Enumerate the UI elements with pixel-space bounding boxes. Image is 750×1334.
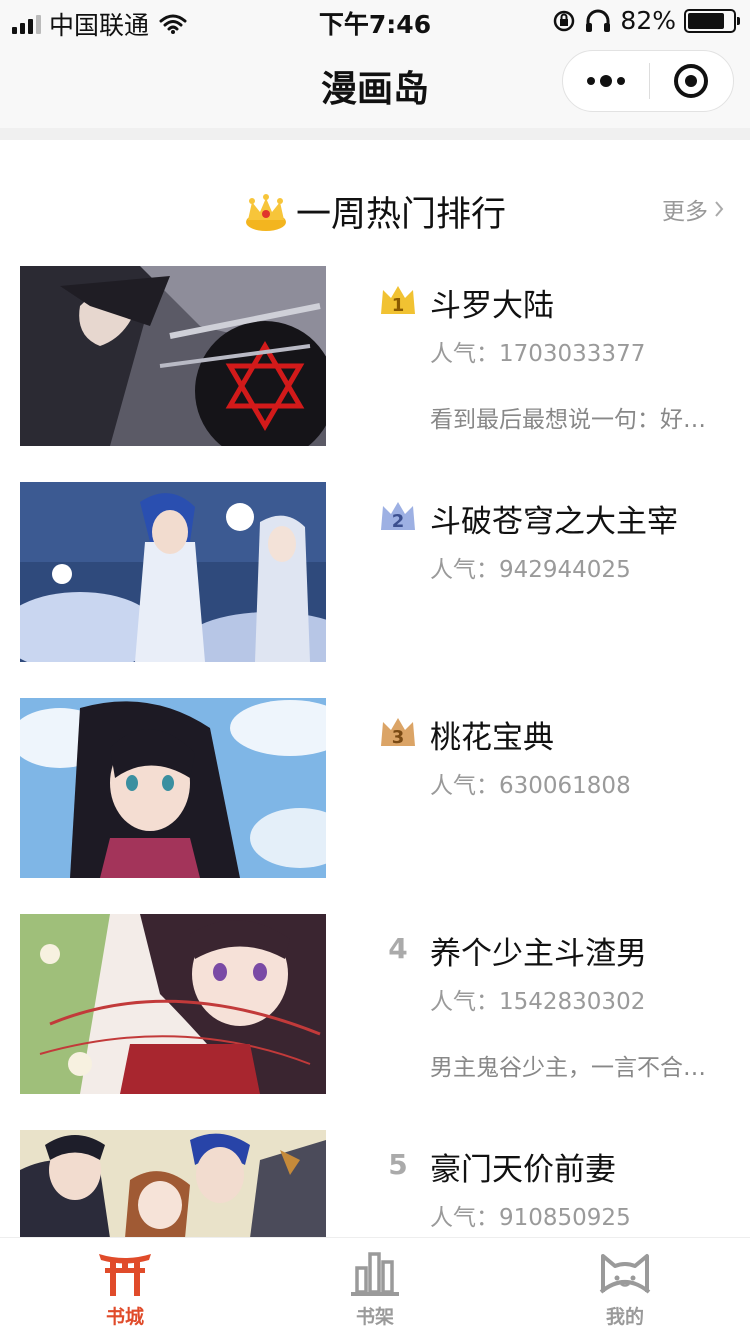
svg-text:3: 3 — [392, 727, 405, 748]
svg-text:2: 2 — [392, 511, 405, 532]
comic-title[interactable]: 养个少主斗渣男 — [430, 928, 647, 973]
rank-badge: 2 — [376, 496, 420, 536]
silver-crown-icon: 2 — [381, 502, 415, 532]
more-label: 更多 — [662, 199, 708, 225]
rank-badge: 4 — [376, 928, 420, 968]
gold-crown-icon: 1 — [381, 286, 415, 316]
tab-label: 书架 — [355, 1306, 394, 1328]
status-right: 82% — [552, 6, 740, 35]
popularity: 人气：630061808 — [430, 773, 631, 799]
list-item[interactable]: 2 斗破苍穹之大主宰 人气：942944025 — [0, 482, 750, 662]
popularity: 人气：942944025 — [430, 557, 631, 583]
comic-title[interactable]: 斗破苍穹之大主宰 — [430, 496, 678, 541]
chevron-right-icon — [715, 201, 724, 217]
comic-desc: 男主鬼谷少主，一言不合… — [430, 1055, 706, 1081]
tab-bookstore[interactable]: 书城 — [0, 1238, 250, 1334]
cover-image[interactable] — [20, 482, 326, 662]
popularity: 人气：1542830302 — [430, 989, 646, 1015]
comic-title[interactable]: 斗罗大陆 — [430, 280, 554, 325]
tab-bar: 书城 书架 我的 — [0, 1237, 750, 1334]
rank-number: 4 — [388, 931, 408, 965]
section-header: 一周热门排行 更多 — [0, 140, 750, 260]
battery-percent: 82% — [620, 6, 676, 35]
list-item[interactable]: 4 养个少主斗渣男 人气：1542830302 男主鬼谷少主，一言不合… — [0, 914, 750, 1094]
rank-badge: 3 — [376, 712, 420, 752]
header-divider — [0, 128, 750, 140]
rotation-lock-icon — [554, 10, 575, 31]
cover-image[interactable] — [20, 698, 326, 878]
comic-title[interactable]: 桃花宝典 — [430, 712, 554, 757]
bronze-crown-icon: 3 — [381, 718, 415, 748]
rank-badge: 5 — [376, 1144, 420, 1184]
battery-icon — [684, 8, 740, 33]
section-title: 一周热门排行 — [295, 195, 506, 235]
more-link[interactable]: 更多 — [662, 192, 724, 226]
list-item[interactable]: 3 桃花宝典 人气：630061808 — [0, 698, 750, 878]
more-dots-icon[interactable] — [563, 51, 649, 111]
cover-image[interactable] — [20, 914, 326, 1094]
rank-number: 5 — [388, 1147, 408, 1181]
nav-bar: 漫画岛 — [0, 40, 750, 128]
popularity: 人气：910850925 — [430, 1205, 631, 1231]
crown-icon — [245, 193, 286, 231]
status-bar: 中国联通 下午7:46 82% — [0, 0, 750, 40]
torii-gate-icon — [99, 1254, 151, 1296]
tab-label: 书城 — [105, 1306, 144, 1328]
bookshelf-icon — [351, 1252, 399, 1296]
comic-desc: 看到最后最想说一句：好… — [430, 407, 706, 433]
rank-badge: 1 — [376, 280, 420, 320]
cat-face-icon — [599, 1254, 651, 1294]
headphones-icon — [586, 9, 611, 32]
list-item[interactable]: 1 斗罗大陆 人气：1703033377 看到最后最想说一句：好… — [0, 266, 750, 446]
tab-profile[interactable]: 我的 — [500, 1238, 750, 1334]
tab-bookshelf[interactable]: 书架 — [250, 1238, 500, 1334]
svg-text:1: 1 — [392, 295, 405, 316]
target-close-icon[interactable] — [650, 51, 734, 111]
popularity: 人气：1703033377 — [430, 341, 646, 367]
cover-image[interactable] — [20, 266, 326, 446]
mini-program-capsule — [562, 50, 734, 112]
comic-title[interactable]: 豪门天价前妻 — [430, 1144, 616, 1189]
tab-label: 我的 — [605, 1306, 644, 1328]
